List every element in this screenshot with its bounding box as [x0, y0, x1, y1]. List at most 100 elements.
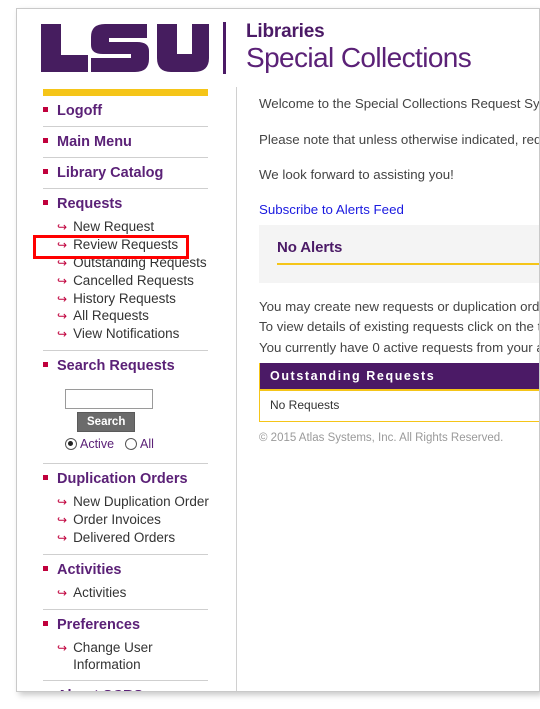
arrow-right-icon: ↪ [57, 255, 68, 270]
activities-submenu: ↪ Activities [43, 585, 235, 609]
outstanding-requests-empty-row: No Requests [260, 390, 539, 421]
search-scope-radios: Active All [65, 437, 235, 451]
sidebar-subitem-order-invoices[interactable]: ↪ Order Invoices [43, 512, 235, 530]
search-button[interactable]: Search [77, 412, 136, 433]
sidebar-item-label: Duplication Orders [57, 471, 188, 488]
arrow-right-icon: ↪ [57, 495, 68, 510]
screenshot-root: Libraries Special Collections Logoff Mai… [0, 0, 540, 709]
search-block: Search Active All [43, 381, 235, 463]
sidebar-item-activities[interactable]: Activities [43, 555, 235, 585]
arrow-right-icon: ↪ [57, 327, 68, 342]
nav-group-duplication-orders: Duplication Orders ↪ New Duplication Ord… [43, 464, 235, 555]
subscribe-alerts-feed-link[interactable]: Subscribe to Alerts Feed [259, 202, 404, 217]
copyright-notice: © 2015 Atlas Systems, Inc. All Rights Re… [259, 431, 504, 444]
radio-all-label: All [140, 437, 154, 452]
arrow-right-icon: ↪ [57, 585, 68, 600]
sidebar-subitem-label: All Requests [73, 308, 149, 324]
alerts-panel: No Alerts [259, 224, 539, 283]
sidebar-item-label: About SCRS [57, 688, 143, 691]
square-bullet-icon [43, 362, 48, 368]
sidebar-subitem-cancelled-requests[interactable]: ↪ Cancelled Requests [43, 273, 235, 291]
sidebar-item-label: Main Menu [57, 134, 132, 150]
arrow-right-icon: ↪ [57, 220, 68, 234]
nav-group-requests: Requests ↪ New Request ↪ Review Requests… [43, 189, 235, 352]
arrow-right-icon: ↪ [57, 530, 68, 545]
sidebar-item-label: Search Requests [57, 358, 175, 375]
square-bullet-icon [43, 200, 48, 205]
sidebar-subitem-all-requests[interactable]: ↪ All Requests [43, 308, 235, 326]
alerts-title: No Alerts [277, 239, 539, 265]
sidebar-subitem-label: New Duplication Order [73, 494, 209, 510]
site-brand: Libraries Special Collections [246, 21, 472, 74]
main-content: Welcome to the Special Collections Reque… [237, 87, 539, 444]
body-layout: Logoff Main Menu Library Catalog Request… [17, 87, 539, 691]
sidebar-subitem-review-requests[interactable]: ↪ Review Requests [43, 237, 235, 255]
sidebar-subitem-activities[interactable]: ↪ Activities [43, 585, 235, 603]
requests-submenu: ↪ New Request ↪ Review Requests ↪ Outsta… [43, 219, 235, 350]
sidebar-item-search-requests[interactable]: Search Requests [43, 351, 235, 381]
sidebar-subitem-label: New Request [73, 219, 155, 234]
sidebar-item-requests[interactable]: Requests [43, 189, 235, 219]
view-details-paragraph: To view details of existing requests cli… [259, 319, 539, 335]
radio-all[interactable] [125, 438, 138, 451]
square-bullet-icon [43, 620, 48, 626]
brand-libraries: Libraries [246, 21, 325, 42]
radio-active[interactable] [65, 438, 77, 451]
sidebar-item-label: Logoff [57, 103, 103, 119]
sidebar-subitem-label: Cancelled Requests [73, 272, 194, 288]
outstanding-requests-table: Outstanding Requests No Requests [259, 362, 539, 422]
nav-group-activities: Activities ↪ Activities [43, 555, 235, 610]
sidebar-item-label: Library Catalog [57, 165, 164, 181]
brand-special-collections: Special Collections [246, 42, 472, 73]
sidebar-item-preferences[interactable]: Preferences [43, 610, 235, 640]
sidebar-item-label: Preferences [57, 616, 141, 633]
arrow-right-icon: ↪ [57, 640, 68, 655]
sidebar-item-library-catalog[interactable]: Library Catalog [43, 158, 235, 188]
sidebar-subitem-outstanding-requests[interactable]: ↪ Outstanding Requests [43, 255, 235, 273]
square-bullet-icon [43, 138, 48, 143]
page-frame: Libraries Special Collections Logoff Mai… [16, 8, 540, 692]
arrow-right-icon: ↪ [57, 309, 68, 324]
closing-paragraph: We look forward to assisting you! [259, 167, 454, 183]
outstanding-requests-header: Outstanding Requests [260, 362, 539, 391]
site-header: Libraries Special Collections [17, 9, 539, 87]
nav-group-search-requests: Search Requests Search Active All [43, 351, 235, 465]
radio-active-label: Active [80, 437, 115, 452]
sidebar-subitem-new-duplication-order[interactable]: ↪ New Duplication Order [43, 494, 235, 512]
welcome-paragraph: Welcome to the Special Collections Reque… [259, 96, 539, 111]
sidebar-subitem-label: History Requests [73, 290, 176, 306]
sidebar-item-label: Requests [57, 196, 123, 212]
gold-accent-bar [43, 89, 208, 96]
sidebar-subitem-label: View Notifications [73, 326, 180, 342]
sidebar-subitem-change-user-information[interactable]: ↪ Change User Information [43, 640, 177, 675]
square-bullet-icon [43, 475, 48, 481]
sidebar-subitem-new-request[interactable]: ↪ New Request [43, 219, 235, 237]
search-input[interactable] [65, 389, 153, 410]
sidebar-item-duplication-orders[interactable]: Duplication Orders [43, 464, 235, 494]
arrow-right-icon: ↪ [57, 291, 68, 306]
sidebar-subitem-label: Change User Information [73, 639, 153, 672]
nav-group-logoff: Logoff [43, 96, 235, 127]
nav-group-main-menu: Main Menu [43, 127, 235, 158]
sidebar-subitem-label: Review Requests [73, 236, 179, 252]
square-bullet-icon [43, 565, 48, 571]
arrow-right-icon: ↪ [57, 237, 68, 252]
square-bullet-icon [43, 107, 48, 112]
nav-group-preferences: Preferences ↪ Change User Information [43, 610, 235, 682]
sidebar-item-main-menu[interactable]: Main Menu [43, 127, 235, 157]
sidebar-subitem-view-notifications[interactable]: ↪ View Notifications [43, 326, 235, 344]
arrow-right-icon: ↪ [57, 273, 68, 288]
sidebar-item-logoff[interactable]: Logoff [43, 96, 235, 126]
sidebar-subitem-label: Delivered Orders [73, 529, 176, 545]
sidebar-subitem-history-requests[interactable]: ↪ History Requests [43, 291, 235, 309]
sidebar-subitem-delivered-orders[interactable]: ↪ Delivered Orders [43, 530, 235, 548]
lsu-logo-icon [41, 24, 209, 72]
sidebar-subitem-label: Activities [73, 584, 127, 600]
sidebar-subitem-label: Outstanding Requests [73, 254, 207, 270]
notice-paragraph: Please note that unless otherwise indica… [259, 131, 539, 147]
nav-group-library-catalog: Library Catalog [43, 158, 235, 189]
nav-group-about-scrs: About SCRS [43, 681, 235, 691]
sidebar-subitem-label: Order Invoices [73, 512, 161, 527]
duplication-submenu: ↪ New Duplication Order ↪ Order Invoices… [43, 494, 235, 554]
sidebar-item-about-scrs[interactable]: About SCRS [43, 681, 235, 691]
